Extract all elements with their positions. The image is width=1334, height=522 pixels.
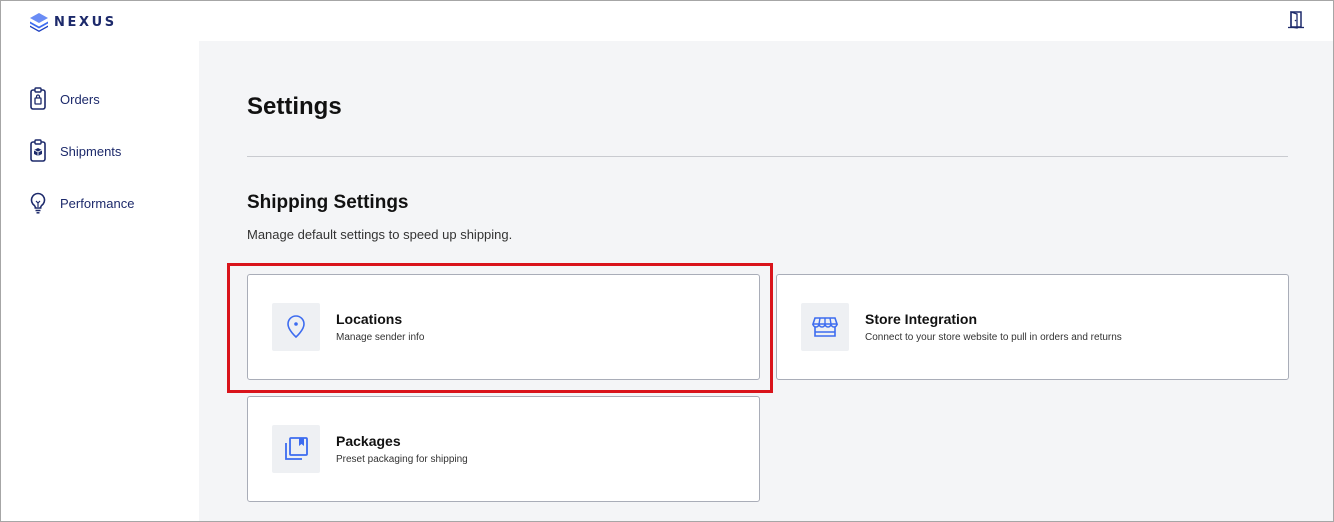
sidebar-item-performance[interactable]: Performance [27, 190, 187, 216]
sidebar: Orders Shipments Performance [1, 41, 199, 521]
sidebar-item-label: Shipments [60, 143, 122, 159]
section-subtitle: Manage default settings to speed up ship… [247, 227, 513, 242]
locations-card[interactable]: Locations Manage sender info [247, 274, 760, 380]
storefront-icon [801, 303, 849, 351]
brand-logo[interactable]: NEXUS [29, 12, 117, 32]
door-exit-icon [1288, 11, 1304, 29]
card-title: Locations [336, 311, 403, 327]
location-pin-icon [272, 303, 320, 351]
card-title: Packages [336, 433, 401, 449]
nexus-logo-icon [30, 13, 48, 32]
divider [247, 156, 1288, 157]
sidebar-item-shipments[interactable]: Shipments [27, 138, 187, 164]
page-title: Settings [247, 93, 342, 120]
card-title: Store Integration [865, 311, 978, 327]
card-description: Manage sender info [336, 332, 425, 343]
top-header: NEXUS [1, 1, 1333, 41]
clipboard-bag-icon [27, 86, 49, 112]
sidebar-item-label: Orders [60, 91, 100, 107]
packages-icon [272, 425, 320, 473]
app-window: NEXUS Orders Shipments Performance Setti… [0, 0, 1334, 522]
exit-button[interactable] [1285, 9, 1307, 31]
clipboard-box-icon [27, 138, 49, 164]
sidebar-item-label: Performance [60, 195, 135, 211]
store-integration-card[interactable]: Store Integration Connect to your store … [776, 274, 1289, 380]
section-title: Shipping Settings [247, 192, 409, 213]
packages-card[interactable]: Packages Preset packaging for shipping [247, 396, 760, 502]
sidebar-item-orders[interactable]: Orders [27, 86, 187, 112]
lightbulb-icon [27, 190, 49, 216]
card-description: Preset packaging for shipping [336, 454, 468, 465]
main-content: Settings Shipping Settings Manage defaul… [199, 41, 1333, 521]
card-description: Connect to your store website to pull in… [865, 332, 1122, 343]
brand-name: NEXUS [54, 14, 117, 30]
